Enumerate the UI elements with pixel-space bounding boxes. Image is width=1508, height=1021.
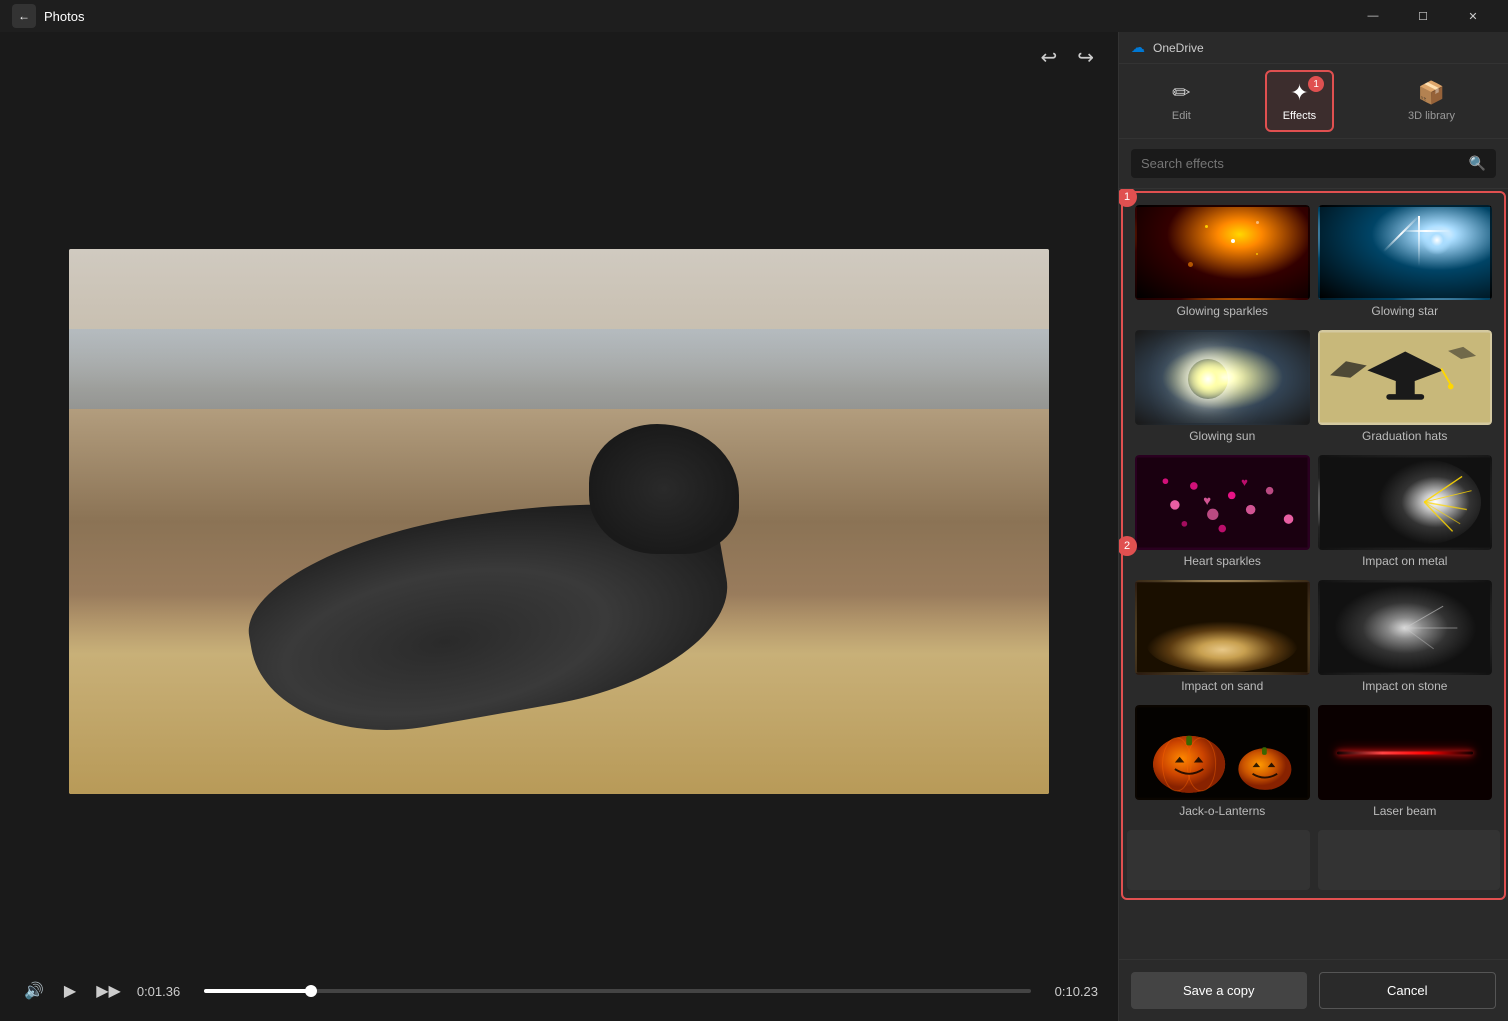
effect-label-jack-o-lanterns: Jack-o-Lanterns: [1179, 804, 1265, 822]
effect-thumb-laser-beam: [1318, 705, 1493, 800]
time-current: 0:01.36: [137, 984, 192, 999]
cancel-button[interactable]: Cancel: [1319, 972, 1497, 1009]
panel-footer: Save a copy Cancel: [1119, 959, 1508, 1021]
play-button[interactable]: ▶: [60, 977, 80, 1005]
effect-thumb-glowing-sparkles: [1135, 205, 1310, 300]
video-toolbar: ↩ ↪: [0, 32, 1118, 82]
effect-impact-stone[interactable]: Impact on stone: [1318, 580, 1493, 697]
effect-label-graduation-hats: Graduation hats: [1362, 429, 1447, 447]
effect-thumb-impact-metal: [1318, 455, 1493, 550]
effect-thumb-graduation: [1318, 330, 1493, 425]
tab-3dlibrary[interactable]: 📦 3D library: [1392, 72, 1471, 130]
time-total: 0:10.23: [1043, 984, 1098, 999]
search-input-wrap: 🔍: [1131, 149, 1496, 178]
video-frame: [0, 82, 1118, 961]
tab-bar: ✏ Edit 1 ✦ Effects 📦 3D library: [1119, 64, 1508, 139]
video-placeholder: [69, 249, 1049, 794]
effect-label-impact-sand: Impact on sand: [1181, 679, 1263, 697]
effects-badge: 1: [1308, 76, 1324, 92]
seal-head: [589, 424, 739, 554]
effect-thumb-partial-1: [1127, 830, 1310, 890]
undo-button[interactable]: ↩: [1036, 41, 1061, 74]
effects-grid: Glowing sparkles Glowing star: [1127, 197, 1500, 830]
tab-edit[interactable]: ✏ Edit: [1156, 72, 1207, 130]
effect-thumb-glowing-star: [1318, 205, 1493, 300]
edit-icon: ✏: [1172, 80, 1190, 106]
onedrive-icon: ☁: [1131, 39, 1145, 56]
effect-label-laser-beam: Laser beam: [1373, 804, 1436, 822]
effects-scroll-container: 1 2: [1119, 189, 1508, 959]
save-copy-button[interactable]: Save a copy: [1131, 972, 1307, 1009]
titlebar-left: ← Photos: [12, 4, 84, 28]
skip-button[interactable]: ▶▶: [92, 977, 125, 1005]
water: [69, 329, 1049, 409]
effect-impact-metal[interactable]: Impact on metal: [1318, 455, 1493, 572]
effect-label-glowing-star: Glowing star: [1371, 304, 1438, 322]
search-icon[interactable]: 🔍: [1469, 155, 1486, 172]
effect-thumb-glowing-sun: [1135, 330, 1310, 425]
video-controls: 🔊 ▶ ▶▶ 0:01.36 0:10.23: [0, 961, 1118, 1021]
tab-3d-label: 3D library: [1408, 110, 1455, 122]
tab-edit-label: Edit: [1172, 110, 1191, 122]
progress-thumb: [305, 985, 317, 997]
volume-button[interactable]: 🔊: [20, 977, 48, 1005]
effect-glowing-sparkles[interactable]: Glowing sparkles: [1135, 205, 1310, 322]
search-input[interactable]: [1141, 156, 1461, 171]
onedrive-title: OneDrive: [1153, 41, 1204, 55]
redo-button[interactable]: ↪: [1073, 41, 1098, 74]
effect-label-heart-sparkles: Heart sparkles: [1184, 554, 1261, 572]
effect-thumb-heart-sparkles: ♥ ♥: [1135, 455, 1310, 550]
onedrive-header: ☁ OneDrive: [1119, 32, 1508, 64]
tab-effects[interactable]: 1 ✦ Effects: [1265, 70, 1334, 132]
effect-thumb-impact-sand: [1135, 580, 1310, 675]
effect-label-impact-metal: Impact on metal: [1362, 554, 1447, 572]
effect-label-impact-stone: Impact on stone: [1362, 679, 1447, 697]
effect-glowing-star[interactable]: Glowing star: [1318, 205, 1493, 322]
right-panel: ☁ OneDrive ✏ Edit 1 ✦ Effects 📦 3D libra…: [1118, 32, 1508, 1021]
effect-thumb-partial-2: [1318, 830, 1501, 890]
window-controls: — ☐ ✕: [1350, 0, 1496, 32]
effect-jack-o-lanterns[interactable]: Jack-o-Lanterns: [1135, 705, 1310, 822]
back-button[interactable]: ←: [12, 4, 36, 28]
effect-label-glowing-sun: Glowing sun: [1189, 429, 1255, 447]
progress-bar[interactable]: [204, 989, 1031, 993]
close-button[interactable]: ✕: [1450, 0, 1496, 32]
app-title: Photos: [44, 9, 84, 24]
progress-fill: [204, 989, 312, 993]
3d-library-icon: 📦: [1418, 80, 1445, 106]
laser-line: [1337, 751, 1473, 754]
titlebar: ← Photos — ☐ ✕: [0, 0, 1508, 32]
search-bar: 🔍: [1119, 139, 1508, 189]
effect-thumb-impact-stone: [1318, 580, 1493, 675]
video-area: ↩ ↪ 🔊 ▶ ▶▶ 0:01.36: [0, 32, 1118, 1021]
maximize-button[interactable]: ☐: [1400, 0, 1446, 32]
main-layout: ↩ ↪ 🔊 ▶ ▶▶ 0:01.36: [0, 32, 1508, 1021]
effect-glowing-sun[interactable]: Glowing sun: [1135, 330, 1310, 447]
video-container: [69, 249, 1049, 794]
effect-graduation-hats[interactable]: Graduation hats: [1318, 330, 1493, 447]
effects-icon: ✦: [1290, 80, 1308, 106]
effect-laser-beam[interactable]: Laser beam: [1318, 705, 1493, 822]
tab-effects-label: Effects: [1283, 110, 1316, 122]
effect-heart-sparkles[interactable]: ♥ ♥ Heart sparkles: [1135, 455, 1310, 572]
effect-label-glowing-sparkles: Glowing sparkles: [1177, 304, 1268, 322]
effect-thumb-jack-o-lanterns: [1135, 705, 1310, 800]
effect-impact-sand[interactable]: Impact on sand: [1135, 580, 1310, 697]
svg-text:♥: ♥: [1203, 493, 1211, 508]
svg-text:♥: ♥: [1241, 477, 1248, 489]
minimize-button[interactable]: —: [1350, 0, 1396, 32]
